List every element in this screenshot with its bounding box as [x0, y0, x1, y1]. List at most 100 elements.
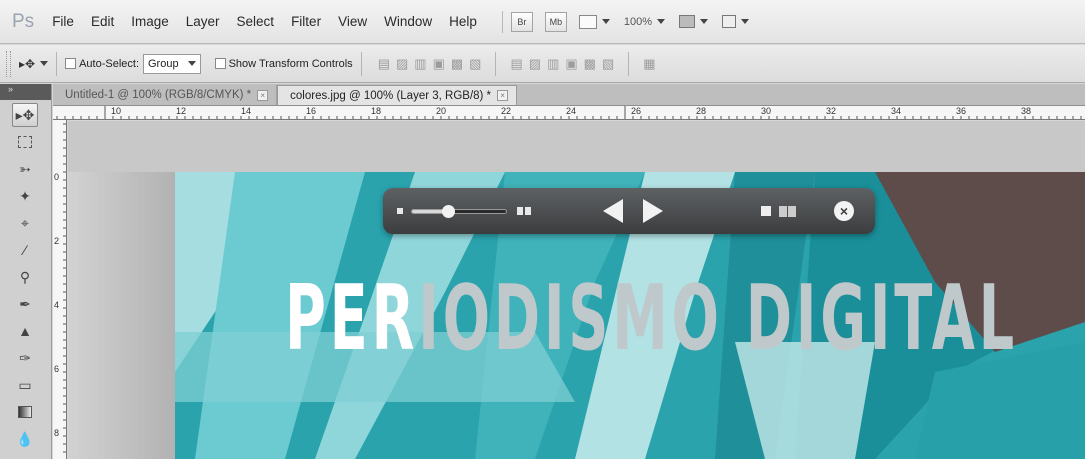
menu-select[interactable]: Select: [237, 14, 275, 29]
distribute-right-icon[interactable]: ▧: [602, 56, 614, 72]
ruler-label: 22: [501, 106, 512, 116]
menu-separator: [501, 10, 503, 33]
auto-select-checkbox[interactable]: [65, 58, 77, 69]
quick-select-icon[interactable]: ✦: [12, 184, 38, 208]
screen-mode-dropdown[interactable]: [722, 15, 750, 28]
horizontal-ruler[interactable]: 10 12 14 16 18 20 22 24 26 28 30 32 34 3…: [53, 106, 1085, 120]
auto-select-value: Group: [148, 57, 179, 70]
show-transform-label: Show Transform Controls: [228, 57, 353, 70]
ruler-label: 14: [241, 106, 252, 116]
close-icon[interactable]: ×: [834, 201, 854, 221]
tab-colores[interactable]: colores.jpg @ 100% (Layer 3, RGB/8) * ×: [277, 85, 518, 105]
align-buttons: ▤ ▨ ▥ ▣ ▩ ▧ ▤ ▨ ▥ ▣ ▩ ▧ ▦: [378, 51, 656, 76]
view-extras-dropdown[interactable]: [578, 14, 610, 29]
brush-icon[interactable]: ✒: [12, 292, 38, 316]
distribute-left-icon[interactable]: ▣: [565, 56, 577, 72]
menu-layer[interactable]: Layer: [186, 14, 220, 29]
tab-label: colores.jpg @ 100% (Layer 3, RGB/8) *: [290, 89, 492, 102]
two-page-icon[interactable]: [779, 205, 796, 217]
zoom-out-icon[interactable]: [397, 208, 403, 214]
healing-icon[interactable]: ⚲: [12, 265, 38, 289]
lasso-icon[interactable]: ➳: [12, 157, 38, 181]
close-icon[interactable]: ×: [257, 89, 269, 101]
ruler-label: 0: [54, 172, 60, 182]
options-separator: [360, 51, 362, 76]
distribute-hcenter-icon[interactable]: ▩: [584, 56, 596, 72]
tool-preset-picker[interactable]: ▸✥: [19, 57, 49, 71]
options-separator: [56, 51, 58, 76]
tools-panel-header[interactable]: »: [0, 84, 51, 100]
chevron-down-icon: [657, 19, 666, 24]
zoom-slider[interactable]: [411, 204, 507, 218]
ruler-label: 8: [54, 428, 60, 438]
show-transform-checkbox[interactable]: [214, 58, 226, 69]
menu-window[interactable]: Window: [384, 14, 432, 29]
document-tabs: Untitled-1 @ 100% (RGB/8/CMYK) * × color…: [53, 84, 1085, 106]
menu-image[interactable]: Image: [131, 14, 169, 29]
zoom-level-dropdown[interactable]: 100%: [623, 15, 666, 28]
align-vcenter-icon[interactable]: ▨: [396, 56, 408, 72]
mini-bridge-button[interactable]: Mb: [544, 11, 567, 32]
headline-white-part: PER: [285, 266, 419, 371]
headline-text[interactable]: PERIODISMO DIGITAL: [285, 274, 1018, 364]
gradient-icon[interactable]: [12, 400, 38, 424]
ruler-label: 6: [54, 364, 60, 374]
history-brush-icon[interactable]: ✑: [12, 346, 38, 370]
menu-help[interactable]: Help: [449, 14, 477, 29]
ruler-label: 30: [761, 106, 772, 116]
ruler-label: 36: [956, 106, 967, 116]
distribute-top-icon[interactable]: ▤: [510, 56, 522, 72]
align-hcenter-icon[interactable]: ▩: [451, 56, 463, 72]
marquee-icon[interactable]: [12, 130, 38, 154]
ruler-label: 2: [54, 236, 60, 246]
menu-edit[interactable]: Edit: [91, 14, 114, 29]
previous-icon[interactable]: [603, 199, 623, 223]
next-icon[interactable]: [643, 199, 663, 223]
align-left-icon[interactable]: ▣: [433, 56, 445, 72]
screen-mode-icon: [722, 15, 737, 28]
blur-icon[interactable]: 💧: [12, 427, 38, 451]
vertical-ruler[interactable]: 0 2 4 6 8: [53, 120, 67, 459]
distribute-bottom-icon[interactable]: ▥: [547, 56, 559, 72]
options-separator: [628, 51, 630, 76]
tab-untitled-1[interactable]: Untitled-1 @ 100% (RGB/8/CMYK) * ×: [53, 85, 278, 105]
single-page-icon[interactable]: [761, 206, 771, 216]
bridge-button[interactable]: Br: [510, 11, 533, 32]
zoom-in-icon[interactable]: [517, 207, 531, 215]
eyedropper-icon[interactable]: ∕: [12, 238, 38, 262]
align-right-icon[interactable]: ▧: [469, 56, 481, 72]
chevron-down-icon: [700, 19, 709, 24]
ruler-label: 16: [306, 106, 317, 116]
zoom-slider-knob[interactable]: [442, 204, 456, 218]
arrange-documents-icon: [679, 15, 696, 28]
auto-select-label: Auto-Select:: [79, 57, 139, 70]
menu-view[interactable]: View: [338, 14, 367, 29]
tab-label: Untitled-1 @ 100% (RGB/8/CMYK) *: [65, 89, 252, 101]
view-extras-icon: [578, 14, 597, 29]
chevron-down-icon: [601, 19, 610, 24]
align-top-icon[interactable]: ▤: [378, 56, 390, 72]
distribute-vcenter-icon[interactable]: ▨: [529, 56, 541, 72]
align-bottom-icon[interactable]: ▥: [414, 56, 426, 72]
move-tool-icon[interactable]: ▸✥: [12, 103, 38, 127]
ruler-label: 34: [891, 106, 902, 116]
options-separator: [495, 51, 497, 76]
zoom-navigation-hud: ×: [383, 188, 875, 234]
zoom-level-value: 100%: [623, 15, 653, 28]
ruler-label: 38: [1021, 106, 1032, 116]
ruler-label: 10: [111, 106, 122, 116]
options-bar-grip[interactable]: [6, 50, 11, 77]
ruler-label: 18: [371, 106, 382, 116]
menu-file[interactable]: File: [52, 14, 74, 29]
close-icon[interactable]: ×: [497, 90, 509, 101]
options-bar: ▸✥ Auto-Select: Group Show Transform Con…: [0, 45, 1085, 83]
chevron-down-icon: [741, 19, 750, 24]
arrange-documents-dropdown[interactable]: [679, 15, 709, 28]
crop-icon[interactable]: ⌖: [12, 211, 38, 235]
auto-select-dropdown[interactable]: Group: [143, 53, 201, 74]
ruler-label: 12: [176, 106, 187, 116]
auto-align-icon[interactable]: ▦: [643, 56, 655, 72]
stamp-icon[interactable]: ▲: [12, 319, 38, 343]
eraser-icon[interactable]: ▭: [12, 373, 38, 397]
menu-filter[interactable]: Filter: [291, 14, 321, 29]
